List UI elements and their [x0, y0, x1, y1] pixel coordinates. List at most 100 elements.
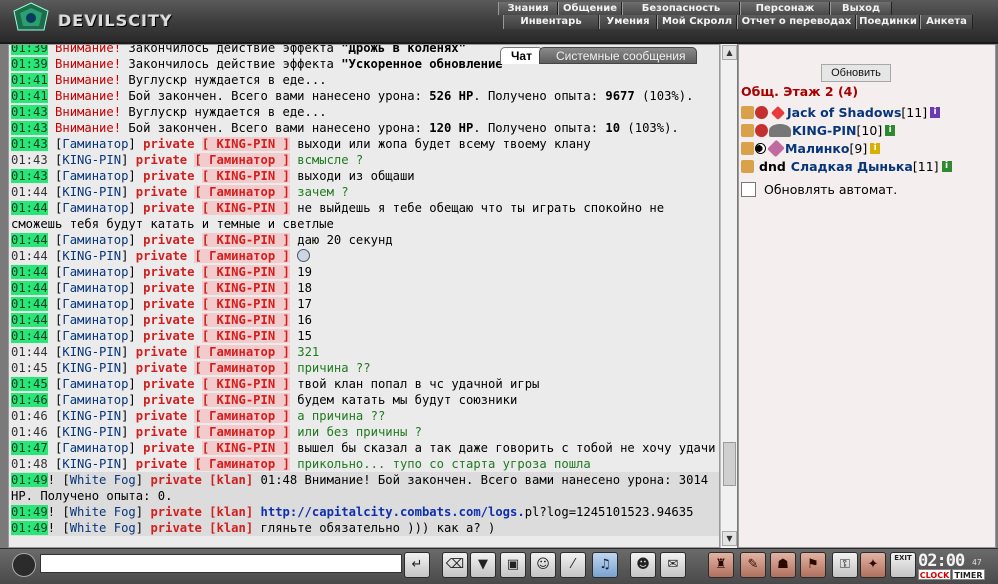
menu-my-scroll[interactable]: Мой Скролл	[657, 15, 737, 29]
recipient-nick[interactable]: Гаминатор	[209, 185, 275, 199]
chat-timestamp[interactable]: 01:43	[11, 105, 48, 119]
recipient-nick[interactable]: KING-PIN	[217, 265, 276, 279]
chat-timestamp[interactable]: 01:49	[11, 505, 48, 519]
private-marker[interactable]: private [ Гаминатор ]	[136, 425, 290, 439]
chat-timestamp[interactable]: 01:44	[11, 185, 48, 199]
user-info-icon[interactable]: i	[930, 107, 941, 118]
menu-transfer-report[interactable]: Отчет о переводах	[737, 15, 856, 29]
log-link[interactable]: http://capitalcity.combats.com/logs.	[261, 505, 525, 519]
chat-timestamp[interactable]: 01:44	[11, 265, 48, 279]
user-info-icon[interactable]: i	[941, 161, 952, 172]
filter-icon[interactable]: ▼	[470, 552, 496, 578]
chat-timestamp[interactable]: 01:43	[11, 121, 48, 135]
chat-timestamp[interactable]: 01:44	[11, 345, 48, 359]
sender-nick[interactable]: Гаминатор	[62, 377, 128, 391]
chat-timestamp[interactable]: 01:44	[11, 313, 48, 327]
clock-button[interactable]: CLOCK	[918, 569, 951, 580]
clan-marker[interactable]: private [klan]	[150, 505, 253, 519]
menu-profile[interactable]: Анкета	[920, 15, 973, 29]
trade-icon[interactable]: ⚑	[800, 552, 826, 578]
sender-nick[interactable]: KING-PIN	[62, 345, 121, 359]
user-name[interactable]: KING-PIN	[792, 123, 857, 138]
sender-nick[interactable]: Гаминатор	[62, 281, 128, 295]
sender-nick[interactable]: Гаминатор	[62, 265, 128, 279]
recipient-nick[interactable]: KING-PIN	[217, 281, 276, 295]
sender-nick[interactable]: Гаминатор	[62, 233, 128, 247]
recipient-nick[interactable]: KING-PIN	[217, 137, 276, 151]
recipient-nick[interactable]: Гаминатор	[209, 153, 275, 167]
sender-nick[interactable]: Гаминатор	[62, 201, 128, 215]
auto-refresh-checkbox[interactable]	[741, 182, 756, 197]
sender-nick[interactable]: White Fog	[70, 473, 136, 487]
scroll-thumb[interactable]	[723, 442, 736, 486]
chat-timestamp[interactable]: 01:44	[11, 201, 48, 215]
private-marker[interactable]: private [ KING-PIN ]	[143, 329, 290, 343]
chat-timestamp[interactable]: 01:46	[11, 409, 48, 423]
recipient-nick[interactable]: Гаминатор	[209, 345, 275, 359]
exit-icon[interactable]: EXIT	[890, 552, 916, 578]
private-message-icon[interactable]	[741, 142, 754, 155]
recipient-nick[interactable]: KING-PIN	[217, 233, 276, 247]
sender-nick[interactable]: KING-PIN	[62, 249, 121, 263]
tab-system-messages[interactable]: Системные сообщения	[538, 47, 697, 64]
scroll-icon[interactable]: ✎	[740, 552, 766, 578]
private-marker[interactable]: private [ KING-PIN ]	[143, 265, 290, 279]
chat-timestamp[interactable]: 01:45	[11, 361, 48, 375]
sender-nick[interactable]: KING-PIN	[62, 409, 121, 423]
private-marker[interactable]: private [ KING-PIN ]	[143, 393, 290, 407]
recipient-nick[interactable]: Гаминатор	[209, 361, 275, 375]
sender-nick[interactable]: KING-PIN	[62, 425, 121, 439]
sound-icon[interactable]: ♫	[592, 552, 618, 578]
private-marker[interactable]: private [ KING-PIN ]	[143, 281, 290, 295]
private-marker[interactable]: private [ KING-PIN ]	[143, 297, 290, 311]
menu-knowledge[interactable]: Знания	[498, 2, 558, 15]
translit-icon[interactable]: ⁄	[560, 552, 586, 578]
inventory-icon[interactable]: ♜	[708, 552, 734, 578]
chat-timestamp[interactable]: 01:44	[11, 329, 48, 343]
chat-timestamp[interactable]: 01:39	[11, 45, 48, 55]
send-icon[interactable]: ↵	[404, 552, 430, 578]
menu-security[interactable]: Безопасность	[622, 2, 740, 15]
sender-nick[interactable]: White Fog	[70, 505, 136, 519]
eraser-icon[interactable]: ⌫	[442, 552, 468, 578]
chat-timestamp[interactable]: 01:48	[11, 457, 48, 471]
user-info-icon[interactable]: i	[885, 125, 896, 136]
private-marker[interactable]: private [ Гаминатор ]	[136, 153, 290, 167]
sender-nick[interactable]: Гаминатор	[62, 137, 128, 151]
chat-timestamp[interactable]: 01:44	[11, 249, 48, 263]
recipient-nick[interactable]: KING-PIN	[217, 393, 276, 407]
menu-exit[interactable]: Выход	[830, 2, 892, 15]
timer-button[interactable]: TIMER	[952, 569, 985, 580]
sender-nick[interactable]: KING-PIN	[62, 361, 121, 375]
menu-communication[interactable]: Общение	[558, 2, 622, 15]
private-marker[interactable]: private [ KING-PIN ]	[143, 137, 290, 151]
sender-nick[interactable]: KING-PIN	[62, 153, 121, 167]
chat-scrollbar[interactable]: ▲ ▼	[720, 44, 737, 548]
user-name[interactable]: Сладкая Дынька	[791, 159, 913, 174]
recipient-nick[interactable]: KING-PIN	[217, 313, 276, 327]
clan-marker[interactable]: private [klan]	[150, 473, 253, 487]
private-marker[interactable]: private [ KING-PIN ]	[143, 441, 290, 455]
private-marker[interactable]: private [ Гаминатор ]	[136, 249, 290, 263]
refresh-button[interactable]: Обновить	[821, 64, 891, 82]
mail-icon[interactable]: ✦	[860, 552, 886, 578]
sender-nick[interactable]: KING-PIN	[62, 185, 121, 199]
menu-duels[interactable]: Поединки	[856, 15, 920, 29]
private-marker[interactable]: private [ Гаминатор ]	[136, 345, 290, 359]
scroll-down-icon[interactable]: ▼	[722, 531, 737, 546]
chat-timestamp[interactable]: 01:41	[11, 73, 48, 87]
character-icon[interactable]: ☗	[770, 552, 796, 578]
private-marker[interactable]: private [ Гаминатор ]	[136, 457, 290, 471]
chat-timestamp[interactable]: 01:44	[11, 233, 48, 247]
chat-timestamp[interactable]: 01:41	[11, 89, 48, 103]
chat-timestamp[interactable]: 01:43	[11, 137, 48, 151]
speaker-head-icon[interactable]	[12, 553, 36, 577]
chat-timestamp[interactable]: 01:49	[11, 473, 48, 487]
recipient-nick[interactable]: Гаминатор	[209, 249, 275, 263]
sender-nick[interactable]: White Fog	[70, 521, 136, 535]
private-marker[interactable]: private [ Гаминатор ]	[136, 409, 290, 423]
menu-inventory[interactable]: Инвентарь	[503, 15, 599, 29]
chat-timestamp[interactable]: 01:47	[11, 441, 48, 455]
private-marker[interactable]: private [ KING-PIN ]	[143, 313, 290, 327]
recipient-nick[interactable]: KING-PIN	[217, 329, 276, 343]
